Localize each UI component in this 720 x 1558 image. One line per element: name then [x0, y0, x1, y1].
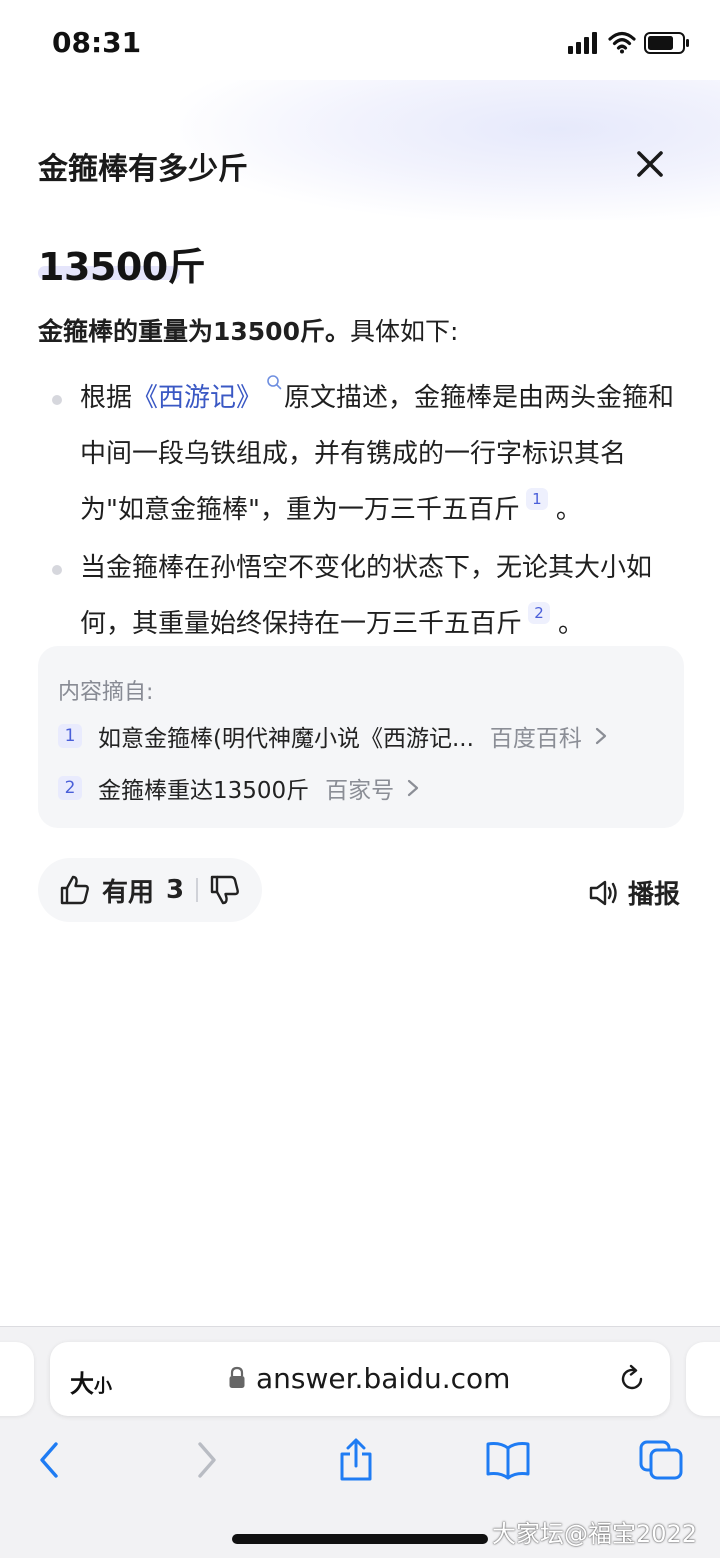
text-size-small: 小 [94, 1376, 112, 1397]
close-icon[interactable] [630, 144, 670, 184]
source-site: 百家号 [325, 778, 395, 804]
share-button[interactable] [336, 1438, 376, 1482]
forward-button[interactable] [190, 1438, 222, 1482]
url-text[interactable]: answer.baidu.com [256, 1362, 510, 1395]
bullet-suffix: 。 [558, 609, 585, 639]
address-bar[interactable]: 大小 answer.baidu.com [50, 1342, 670, 1416]
bullet-dot [52, 565, 62, 575]
source-number: 1 [58, 724, 82, 748]
pill-divider [196, 878, 199, 902]
answer-bullets: 根据《西游记》 原文描述，金箍棒是由两头金箍和中间一段乌铁组成，并有镌成的一行字标… [38, 370, 684, 652]
broadcast-button[interactable]: 播报 [588, 874, 680, 911]
search-icon[interactable] [266, 374, 282, 390]
source-title: 如意金箍棒(明代神魔小说《西游记... [98, 726, 474, 752]
useful-count: 3 [166, 875, 185, 905]
previous-tab-peek[interactable] [0, 1342, 34, 1416]
thumb-up-icon[interactable] [58, 873, 92, 907]
summary-rest: 具体如下: [349, 317, 459, 346]
summary-strong: 金箍棒的重量为13500斤。 [38, 317, 350, 346]
home-indicator [232, 1534, 488, 1544]
bullet-prefix: 根据 [80, 383, 133, 413]
bookmarks-button[interactable] [484, 1438, 532, 1482]
text-size-big: 大 [70, 1370, 94, 1398]
watermark: 大家坛@福宝2022 [492, 1520, 698, 1548]
page: 08:31 金箍棒有多少斤 13500斤 金箍棒的重量为13500斤。具体如下:… [0, 0, 720, 1558]
back-button[interactable] [34, 1438, 66, 1482]
answer-summary: 金箍棒的重量为13500斤。具体如下: [38, 312, 458, 348]
signal-icon [568, 32, 597, 54]
answer-headline-wrap: 13500斤 [38, 236, 206, 291]
wifi-icon [608, 31, 636, 54]
lock-icon [229, 1366, 245, 1388]
text-size-button[interactable]: 大小 [70, 1364, 112, 1399]
source-title: 金箍棒重达13500斤 [98, 778, 310, 804]
source-number: 2 [58, 776, 82, 800]
tabs-button[interactable] [638, 1438, 684, 1482]
status-bar: 08:31 [0, 0, 720, 84]
sources-title: 内容摘自: [58, 680, 154, 705]
thumb-down-icon[interactable] [208, 873, 242, 907]
broadcast-label: 播报 [628, 880, 681, 910]
citation-badge[interactable]: 1 [525, 488, 548, 510]
source-site: 百度百科 [489, 726, 582, 752]
chevron-right-icon [408, 779, 419, 797]
chevron-right-icon [595, 727, 607, 745]
bullet-dot [52, 395, 62, 405]
bullet-item: 根据《西游记》 原文描述，金箍棒是由两头金箍和中间一段乌铁组成，并有镌成的一行字标… [38, 370, 684, 538]
page-title: 金箍棒有多少斤 [38, 152, 248, 187]
bullet-suffix: 。 [555, 495, 582, 525]
feedback-pill: 有用 3 [38, 858, 262, 922]
speaker-icon [589, 880, 617, 905]
source-item-baijiahao[interactable]: 2 金箍棒重达13500斤 百家号 [58, 774, 420, 804]
xiyouji-link[interactable]: 《西游记》 [132, 383, 262, 413]
battery-icon [644, 32, 689, 54]
citation-badge[interactable]: 2 [528, 602, 551, 624]
reload-icon[interactable] [616, 1362, 648, 1394]
source-item-baike[interactable]: 1 如意金箍棒(明代神魔小说《西游记... 百度百科 [58, 722, 608, 752]
bullet-item: 当金箍棒在孙悟空不变化的状态下，无论其大小如何，其重量始终保持在一万三千五百斤 2… [38, 540, 684, 652]
answer-headline: 13500斤 [38, 245, 206, 289]
next-tab-peek[interactable] [686, 1342, 720, 1416]
status-time: 08:31 [52, 26, 142, 59]
useful-label[interactable]: 有用 [102, 872, 154, 909]
